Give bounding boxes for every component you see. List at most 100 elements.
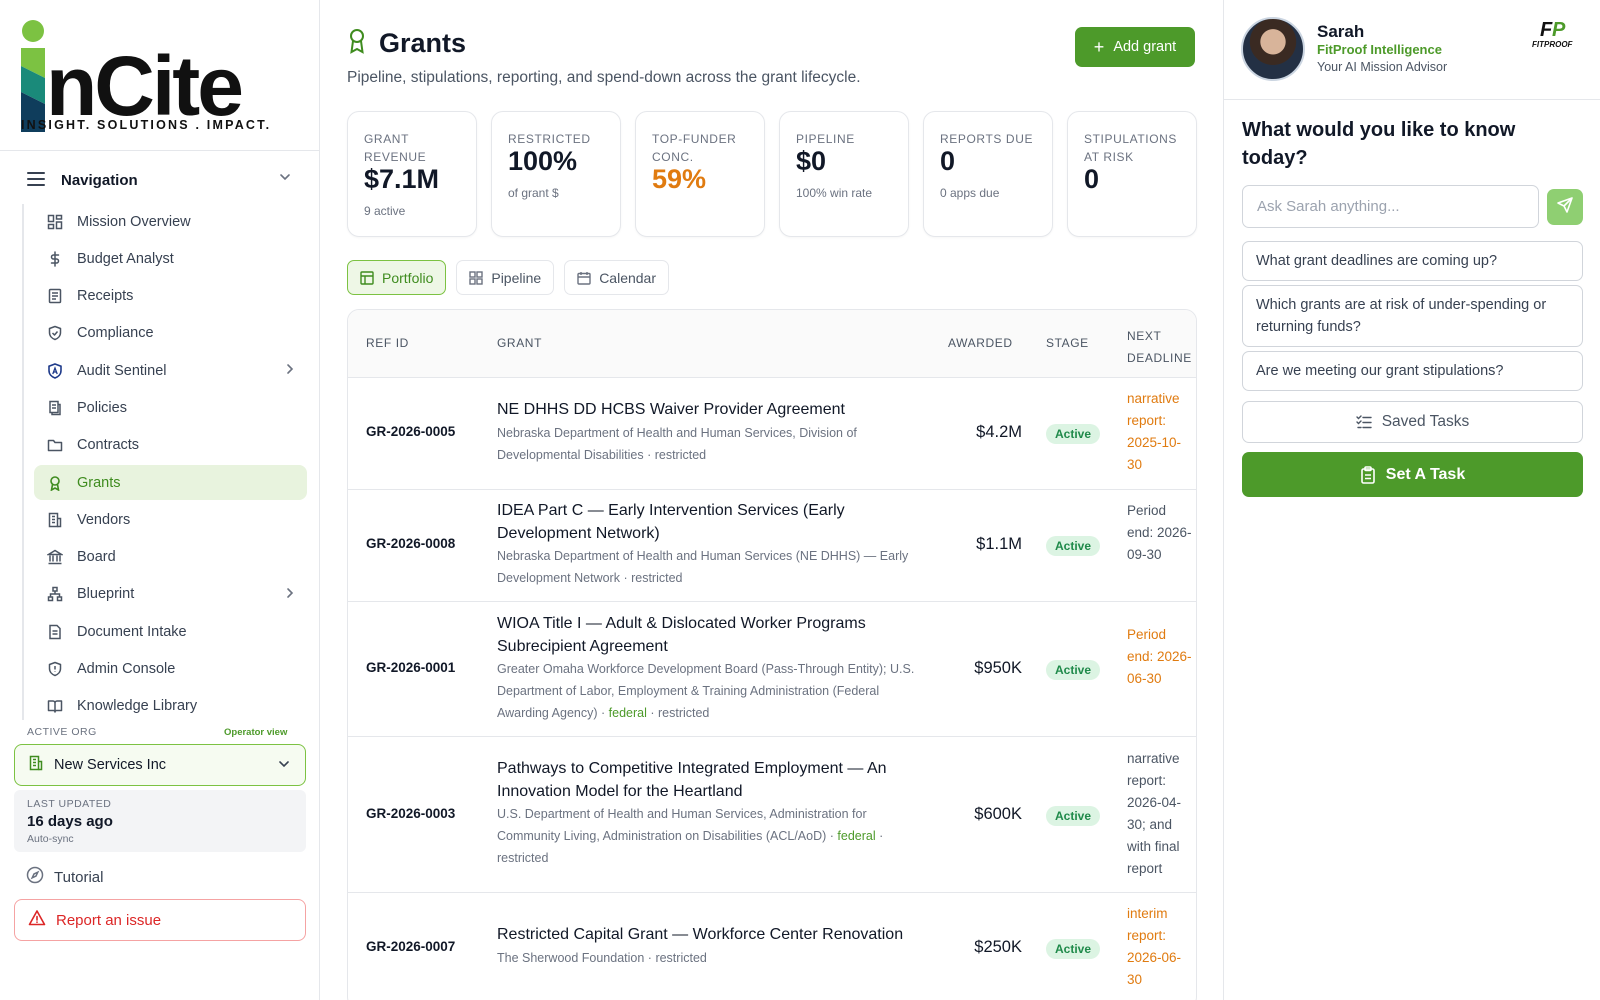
sidebar-item-mission-overview[interactable]: Mission Overview [34, 204, 307, 239]
tab-label: Pipeline [491, 269, 542, 286]
header-ref-id[interactable]: REF ID [366, 336, 409, 350]
kpi-label: STIPULATIONS AT RISK [1084, 132, 1177, 164]
table-row[interactable]: GR-2026-0005 NE DHHS DD HCBS Waiver Prov… [348, 378, 1196, 490]
fitproof-logo-text: FITPROOF [1532, 40, 1574, 49]
sidebar-item-policies[interactable]: Policies [34, 390, 307, 425]
sidebar-item-knowledge-library[interactable]: Knowledge Library [34, 689, 307, 724]
sidebar-item-label: Audit Sentinel [77, 362, 167, 379]
sidebar-item-budget-analyst[interactable]: Budget Analyst [34, 241, 307, 276]
sidebar-item-admin-console[interactable]: Admin Console [34, 652, 307, 687]
table-row[interactable]: GR-2026-0008 IDEA Part C — Early Interve… [348, 490, 1196, 602]
org-chart-icon [46, 585, 64, 603]
awarded-amount: $4.2M [976, 423, 1022, 441]
add-grant-button[interactable]: + Add grant [1075, 27, 1195, 67]
sidebar-item-contracts[interactable]: Contracts [34, 428, 307, 463]
kpi-card-top-funder: TOP-FUNDER CONC. 59% [635, 111, 765, 237]
sidebar-item-label: Vendors [77, 511, 131, 528]
view-tabs: Portfolio Pipeline Calendar [347, 260, 679, 295]
next-deadline: narrative report: 2025-10-30 [1127, 391, 1182, 472]
grant-title[interactable]: Restricted Capital Grant — Workforce Cen… [497, 924, 927, 947]
grant-title[interactable]: WIOA Title I — Adult & Dislocated Worker… [497, 613, 927, 658]
sidebar-item-board[interactable]: Board [34, 540, 307, 575]
sidebar-item-document-intake[interactable]: Document Intake [34, 614, 307, 649]
report-issue-button[interactable]: Report an issue [14, 899, 306, 941]
header-awarded[interactable]: AWARDED [948, 336, 1013, 350]
sidebar-item-label: Contracts [77, 437, 140, 454]
awarded-amount: $950K [974, 659, 1022, 677]
send-button[interactable] [1547, 189, 1583, 225]
advisor-org: FitProof Intelligence [1317, 42, 1442, 57]
sidebar-item-receipts[interactable]: Receipts [34, 279, 307, 314]
kpi-row: GRANT REVENUE $7.1M 9 active RESTRICTED … [347, 111, 1197, 237]
svg-text:P: P [1552, 19, 1566, 41]
grant-title[interactable]: Pathways to Competitive Integrated Emplo… [497, 758, 927, 803]
sidebar: nCite INSIGHT. SOLUTIONS . IMPACT. Navig… [0, 0, 320, 1000]
sidebar-item-audit-sentinel[interactable]: Audit Sentinel [34, 353, 307, 388]
kpi-sub: 9 active [364, 204, 406, 218]
operator-view-link[interactable]: Operator view [224, 727, 287, 738]
page-subtitle: Pipeline, stipulations, reporting, and s… [347, 69, 861, 86]
org-selector[interactable]: New Services Inc [14, 744, 306, 786]
receipt-icon [46, 287, 64, 305]
grid-icon [469, 270, 484, 285]
grant-cell: Restricted Capital Grant — Workforce Cen… [497, 924, 927, 969]
suggestion-chip[interactable]: What grant deadlines are coming up? [1242, 241, 1583, 281]
clipboard-icon [1360, 465, 1376, 484]
table-icon [360, 270, 374, 285]
main-content: Grants Pipeline, stipulations, reporting… [320, 0, 1223, 1000]
next-deadline: Period end: 2026-06-30 [1127, 627, 1192, 686]
status-badge: Active [1046, 536, 1101, 556]
grants-table: REF ID GRANT AWARDED STAGE NEXT DEADLINE… [347, 309, 1197, 1000]
tab-calendar[interactable]: Calendar [564, 260, 670, 295]
kpi-value: $7.1M [364, 164, 440, 194]
dashboard-icon [46, 213, 64, 231]
sidebar-item-label: Policies [77, 399, 127, 416]
table-row[interactable]: GR-2026-0007 Restricted Capital Grant — … [348, 893, 1196, 1000]
advisor-panel: Sarah FitProof Intelligence Your AI Miss… [1223, 0, 1600, 1000]
tutorial-link[interactable]: Tutorial [14, 862, 306, 892]
ask-input[interactable] [1242, 185, 1539, 228]
sidebar-item-blueprint[interactable]: Blueprint [34, 577, 307, 612]
kpi-label: TOP-FUNDER CONC. [652, 132, 737, 164]
shield-alert-icon [46, 660, 64, 678]
saved-tasks-button[interactable]: Saved Tasks [1242, 401, 1583, 443]
kpi-label: GRANT REVENUE [364, 132, 427, 164]
tab-label: Portfolio [382, 269, 434, 286]
advisor-role: Your AI Mission Advisor [1317, 60, 1448, 74]
sidebar-item-compliance[interactable]: Compliance [34, 316, 307, 351]
last-updated-card: LAST UPDATED 16 days ago Auto-sync [14, 790, 306, 852]
sidebar-item-label: Board [77, 549, 116, 566]
tab-portfolio[interactable]: Portfolio [347, 260, 447, 295]
ref-id: GR-2026-0005 [366, 424, 456, 439]
grant-title[interactable]: IDEA Part C — Early Intervention Service… [497, 500, 927, 545]
kpi-card-grant-revenue: GRANT REVENUE $7.1M 9 active [347, 111, 477, 237]
shield-check-icon [46, 324, 64, 342]
grant-funder: U.S. Department of Health and Human Serv… [497, 807, 884, 865]
grant-funder: Greater Omaha Workforce Development Boar… [497, 662, 915, 720]
sidebar-item-grants[interactable]: Grants [34, 465, 307, 501]
header-stage[interactable]: STAGE [1046, 336, 1089, 350]
grant-title[interactable]: NE DHHS DD HCBS Waiver Provider Agreemen… [497, 399, 927, 422]
table-row[interactable]: GR-2026-0003 Pathways to Competitive Int… [348, 737, 1196, 893]
bank-icon [46, 548, 64, 566]
sidebar-divider [0, 150, 320, 151]
navigation-toggle[interactable]: Navigation [14, 166, 304, 194]
logo-dot [22, 20, 44, 42]
kpi-value: 0 [1084, 164, 1100, 194]
header-grant[interactable]: GRANT [497, 336, 542, 350]
incite-logo[interactable]: nCite INSIGHT. SOLUTIONS . IMPACT. [20, 18, 269, 136]
kpi-value: 59% [652, 164, 707, 194]
sidebar-item-label: Budget Analyst [77, 250, 174, 267]
suggestion-chip[interactable]: Which grants are at risk of under-spendi… [1242, 285, 1583, 347]
building-icon [46, 511, 64, 529]
tab-pipeline[interactable]: Pipeline [456, 260, 555, 295]
grant-cell: IDEA Part C — Early Intervention Service… [497, 500, 927, 589]
sidebar-item-vendors[interactable]: Vendors [34, 502, 307, 537]
table-row[interactable]: GR-2026-0001 WIOA Title I — Adult & Disl… [348, 602, 1196, 737]
set-task-button[interactable]: Set A Task [1242, 452, 1583, 497]
saved-tasks-label: Saved Tasks [1381, 413, 1470, 430]
header-next-deadline[interactable]: NEXT DEADLINE [1127, 325, 1196, 369]
ref-id: GR-2026-0008 [366, 536, 456, 551]
suggestion-chip[interactable]: Are we meeting our grant stipulations? [1242, 351, 1583, 391]
shield-a-icon [46, 362, 64, 380]
